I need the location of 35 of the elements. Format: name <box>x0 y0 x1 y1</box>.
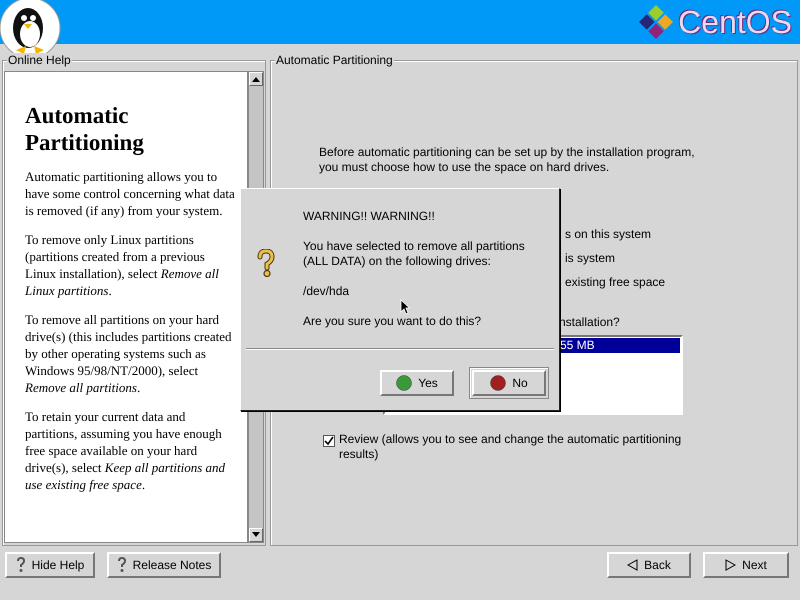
help-button[interactable]: Release Notes <box>107 552 221 578</box>
right-triangle-icon <box>725 559 736 571</box>
back-button[interactable]: Back <box>607 552 691 578</box>
help-paragraph: To remove all partitions on your hard drive(s) (this includes partitions created by other operating systems such as Windows 95/98/NT/2000), select Remove all partitions. <box>25 311 232 396</box>
dialog-button[interactable]: No <box>472 370 546 396</box>
question-mark-icon <box>257 249 275 277</box>
dialog-message: You have selected to remove all partitions (ALL DATA) on the following drives: <box>303 239 525 269</box>
pinwheel-logo-icon <box>638 4 674 40</box>
next-button[interactable]: Next <box>703 552 789 578</box>
ball-icon <box>490 375 506 391</box>
help-icon <box>116 557 127 573</box>
help-paragraph: To retain your current data and partitions, assuming you have enough free space available on your hard drive(s), select Keep all partitions and use existing free space. <box>25 408 226 493</box>
option-label[interactable]: existing free space <box>565 275 797 290</box>
brand-logo-text: CentOS <box>678 6 792 38</box>
drive-name: /dev/hda <box>303 284 350 299</box>
option-label[interactable]: is system <box>565 251 797 266</box>
option-label[interactable]: s on this system <box>565 227 797 242</box>
ball-icon <box>396 375 412 391</box>
dialog-button[interactable]: Yes <box>380 370 454 396</box>
intro-text: Before automatic partitioning can be set up by the installation program, you must choose how to use the space on hard drives. <box>319 145 696 175</box>
checkbox-label[interactable]: Review (allows you to see and change the automatic partitioning results) <box>339 432 719 462</box>
scroll-up-icon[interactable] <box>249 72 263 86</box>
help-button[interactable]: Hide Help <box>5 552 95 578</box>
frame-title: Automatic Partitioning <box>275 53 394 67</box>
scroll-down-icon[interactable] <box>249 528 263 542</box>
dialog-question: Are you sure you want to do this? <box>303 314 482 329</box>
help-paragraph: Automatic partitioning allows you to have some control concerning what data is removed (if any) from your system. <box>25 168 236 219</box>
checkbox[interactable] <box>323 435 335 447</box>
mouse-pointer-icon <box>400 299 410 315</box>
help-heading: Automatic Partitioning <box>25 102 145 156</box>
dialog-title: WARNING!! WARNING!! <box>303 209 436 224</box>
left-triangle-icon <box>627 559 638 571</box>
frame-title: Online Help <box>7 53 72 67</box>
help-paragraph: To remove only Linux partitions (partitions created from a previous Linux installation), select Remove all Linux partitions. <box>25 231 220 299</box>
help-icon <box>16 557 26 573</box>
